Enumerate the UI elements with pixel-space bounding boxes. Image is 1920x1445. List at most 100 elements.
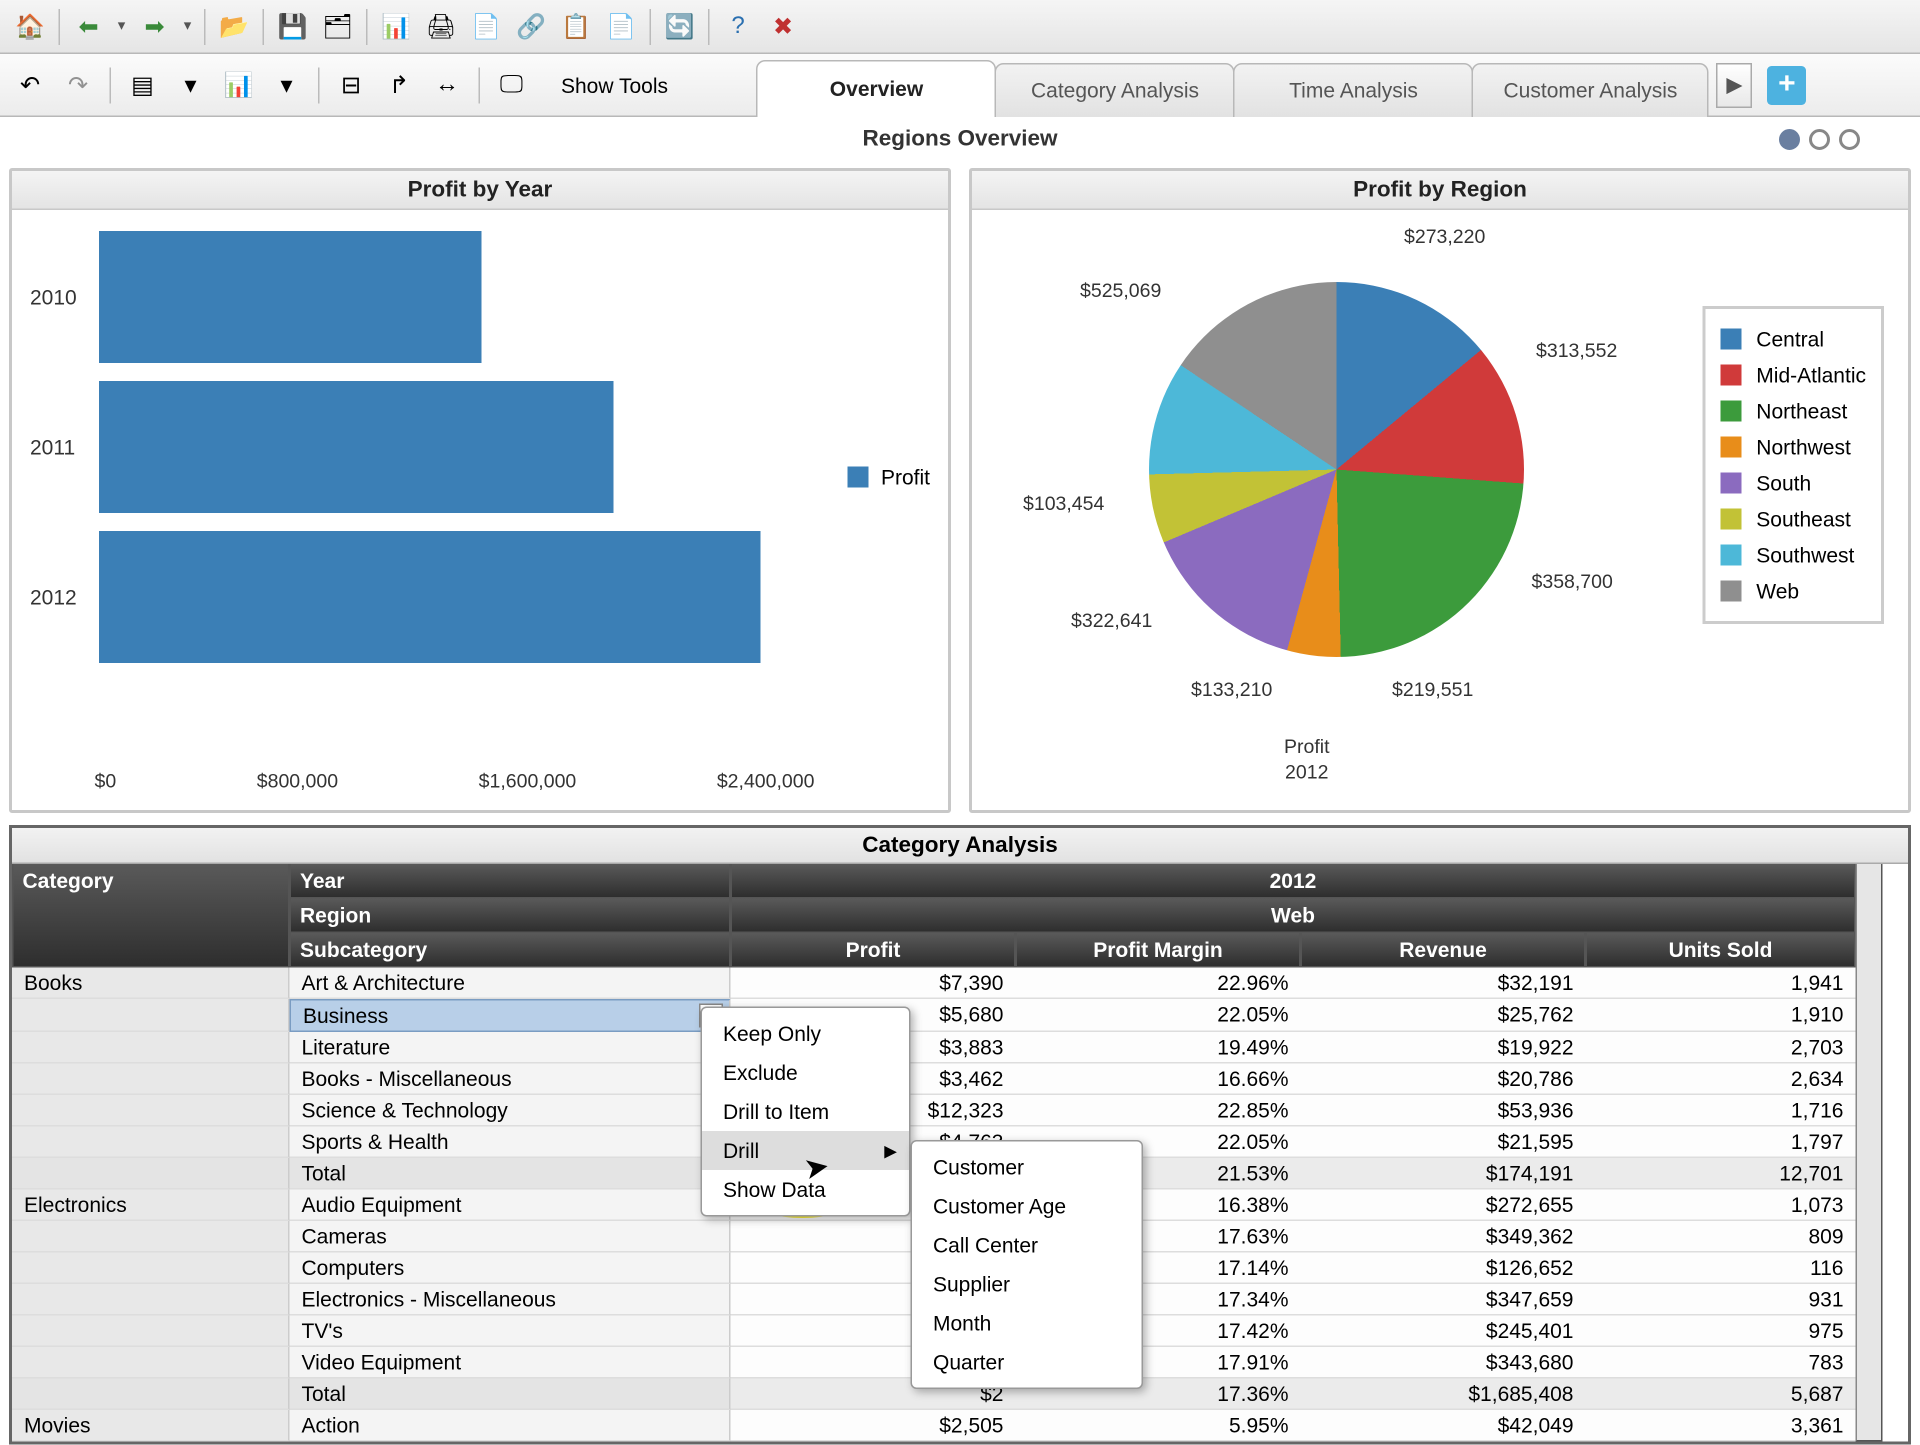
layout-icon[interactable]: ▤ xyxy=(122,64,164,106)
pdf-icon[interactable]: 📄 xyxy=(465,5,507,47)
redo-icon[interactable]: ↷ xyxy=(57,64,99,106)
cell-sub-12[interactable]: Video Equipment xyxy=(290,1347,731,1379)
chart-type-icon[interactable]: 📊 xyxy=(218,64,260,106)
cell-revenue-13: $1,685,408 xyxy=(1301,1379,1586,1411)
legend-swatch-icon xyxy=(848,467,869,488)
legend-row-southwest[interactable]: Southwest xyxy=(1720,537,1866,573)
submenu-quarter[interactable]: Quarter xyxy=(912,1343,1142,1382)
tab-overview[interactable]: Overview xyxy=(757,59,997,116)
pie-chart[interactable]: $273,220 $313,552 $358,700 $219,551 $133… xyxy=(984,222,1896,798)
cell-sub-5[interactable]: Sports & Health xyxy=(290,1127,731,1159)
cell-units-13: 5,687 xyxy=(1586,1379,1856,1411)
th-category[interactable]: Category xyxy=(12,864,290,968)
menu-keep-only[interactable]: Keep Only xyxy=(702,1014,909,1053)
cell-sub-2[interactable]: Literature xyxy=(290,1032,731,1064)
link-icon[interactable]: 🔗 xyxy=(510,5,552,47)
save-as-icon[interactable]: 🗂 xyxy=(317,5,359,47)
th-units[interactable]: Units Sold xyxy=(1586,933,1856,968)
expand-icon[interactable]: ↔ xyxy=(426,64,468,106)
cell-sub-7[interactable]: Audio Equipment xyxy=(290,1190,731,1222)
th-scrollbar xyxy=(1856,864,1883,1442)
th-revenue[interactable]: Revenue xyxy=(1301,933,1586,968)
tab-scroll-right-icon[interactable]: ▶ xyxy=(1716,62,1752,107)
cell-revenue-9: $126,652 xyxy=(1301,1253,1586,1285)
menu-exclude[interactable]: Exclude xyxy=(702,1053,909,1092)
secondary-toolbar: ↶ ↷ ▤▾ 📊▾ ⊟ ↱ ↔ 🖵 Show Tools Overview Ca… xyxy=(0,54,1920,117)
th-year-val[interactable]: 2012 xyxy=(731,864,1856,899)
screen-icon[interactable]: 🖵 xyxy=(491,64,533,106)
tab-customer-analysis[interactable]: Customer Analysis xyxy=(1472,62,1709,116)
pie-label-525: $525,069 xyxy=(1080,279,1161,302)
back-icon[interactable]: ⬅ xyxy=(68,5,110,47)
save-icon[interactable]: 💾 xyxy=(272,5,314,47)
menu-drill[interactable]: Drill▶ xyxy=(702,1131,909,1170)
cell-units-4: 1,716 xyxy=(1586,1095,1856,1127)
close-icon[interactable]: ✖ xyxy=(762,5,804,47)
submenu-month[interactable]: Month xyxy=(912,1304,1142,1343)
cell-sub-11[interactable]: TV's xyxy=(290,1316,731,1348)
home-icon[interactable]: 🏠 xyxy=(9,5,51,47)
legend-row-northeast[interactable]: Northeast xyxy=(1720,393,1866,429)
refresh-icon[interactable]: 🔄 xyxy=(659,5,701,47)
legend-row-northwest[interactable]: Northwest xyxy=(1720,429,1866,465)
page-dot-3[interactable] xyxy=(1839,129,1860,150)
chart-icon[interactable]: 📊 xyxy=(375,5,417,47)
th-year[interactable]: Year xyxy=(290,864,731,899)
bar-2010[interactable] xyxy=(99,231,482,363)
bar-chart[interactable]: 2010 2011 2012 xyxy=(99,222,804,732)
page-dot-1[interactable] xyxy=(1779,129,1800,150)
pie-label-313: $313,552 xyxy=(1536,339,1617,362)
help-icon[interactable]: ? xyxy=(717,5,759,47)
cell-units-10: 931 xyxy=(1586,1284,1856,1316)
submenu-customer-age[interactable]: Customer Age xyxy=(912,1187,1142,1226)
th-region[interactable]: Region xyxy=(290,899,731,934)
add-tab-button[interactable]: + xyxy=(1767,65,1806,104)
cell-sub-6[interactable]: Total xyxy=(290,1158,731,1190)
folder-icon[interactable]: 📂 xyxy=(213,5,255,47)
legend-row-mid-atlantic[interactable]: Mid-Atlantic xyxy=(1720,357,1866,393)
cell-cat-3 xyxy=(12,1064,290,1096)
forward-icon[interactable]: ➡ xyxy=(134,5,176,47)
submenu-supplier[interactable]: Supplier xyxy=(912,1265,1142,1304)
menu-drill-to-item[interactable]: Drill to Item xyxy=(702,1092,909,1131)
pie-label-219: $219,551 xyxy=(1392,678,1473,701)
tab-time-analysis[interactable]: Time Analysis xyxy=(1234,62,1474,116)
legend-row-south[interactable]: South xyxy=(1720,465,1866,501)
legend-row-central[interactable]: Central xyxy=(1720,321,1866,357)
back-dropdown-icon[interactable]: ▾ xyxy=(113,5,131,47)
chart-dd-icon[interactable]: ▾ xyxy=(266,64,308,106)
submenu-call-center[interactable]: Call Center xyxy=(912,1226,1142,1265)
show-tools-button[interactable]: Show Tools xyxy=(539,62,691,107)
copy-icon[interactable]: 📋 xyxy=(555,5,597,47)
page-icon[interactable]: 📄 xyxy=(600,5,642,47)
undo-icon[interactable]: ↶ xyxy=(9,64,51,106)
remove-col-icon[interactable]: ⊟ xyxy=(330,64,372,106)
legend-label: South xyxy=(1756,471,1811,495)
page-dot-2[interactable] xyxy=(1809,129,1830,150)
submenu-customer[interactable]: Customer xyxy=(912,1148,1142,1187)
th-region-val[interactable]: Web xyxy=(731,899,1856,934)
legend-row-southeast[interactable]: Southeast xyxy=(1720,501,1866,537)
forward-dropdown-icon[interactable]: ▾ xyxy=(179,5,197,47)
cell-sub-4[interactable]: Science & Technology xyxy=(290,1095,731,1127)
cell-cat-1 xyxy=(12,999,290,1032)
legend-row-web[interactable]: Web xyxy=(1720,573,1866,609)
print-icon[interactable]: 🖨 xyxy=(420,5,462,47)
menu-show-data[interactable]: Show Data xyxy=(702,1170,909,1209)
cell-sub-8[interactable]: Cameras xyxy=(290,1221,731,1253)
th-subcategory[interactable]: Subcategory xyxy=(290,933,731,968)
swap-icon[interactable]: ↱ xyxy=(378,64,420,106)
cell-sub-9[interactable]: Computers xyxy=(290,1253,731,1285)
th-margin[interactable]: Profit Margin xyxy=(1016,933,1301,968)
cell-sub-1[interactable]: Business▼ xyxy=(290,999,731,1032)
cell-sub-10[interactable]: Electronics - Miscellaneous xyxy=(290,1284,731,1316)
cell-sub-0[interactable]: Art & Architecture xyxy=(290,968,731,1000)
bar-2012[interactable] xyxy=(99,531,761,663)
cell-sub-3[interactable]: Books - Miscellaneous xyxy=(290,1064,731,1096)
cell-margin-0: 22.96% xyxy=(1016,968,1301,1000)
layout-dd-icon[interactable]: ▾ xyxy=(170,64,212,106)
th-profit[interactable]: Profit xyxy=(731,933,1016,968)
cell-sub-13[interactable]: Total xyxy=(290,1379,731,1411)
tab-category-analysis[interactable]: Category Analysis xyxy=(995,62,1235,116)
bar-2011[interactable] xyxy=(99,381,614,513)
